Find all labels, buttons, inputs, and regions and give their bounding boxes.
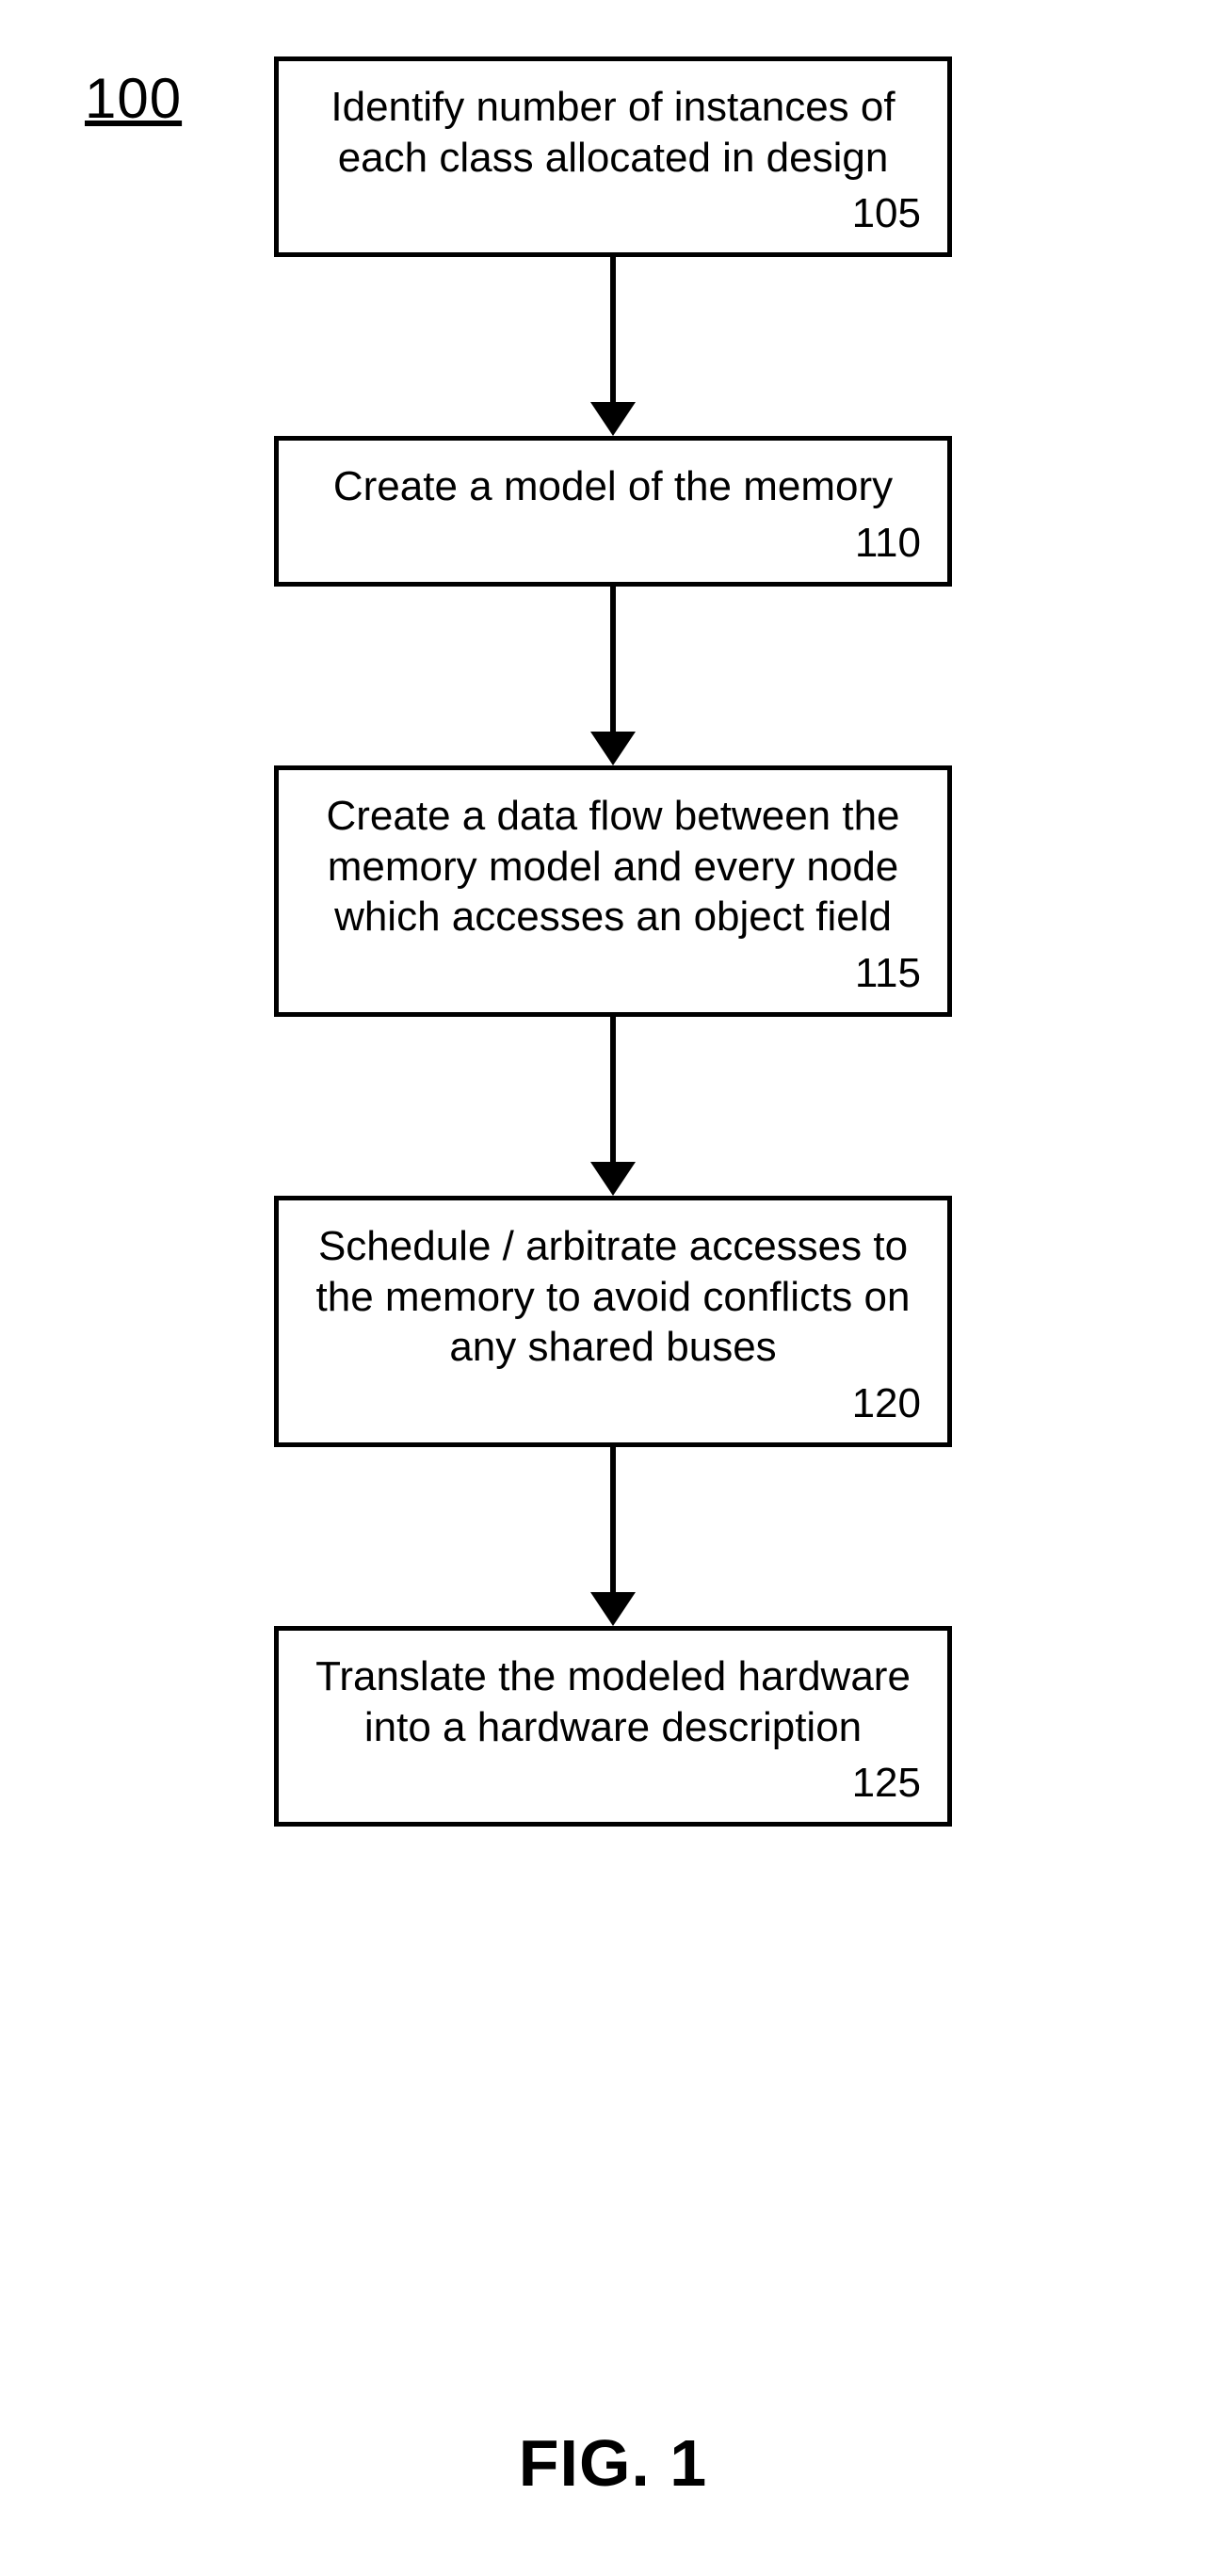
flow-step-text: Identify number of instances of each cla… [305,82,921,183]
arrow-head-icon [590,732,636,765]
flow-step: Translate the modeled hardware into a ha… [274,1626,952,1827]
arrow-shaft [610,587,616,732]
arrow-shaft [610,257,616,402]
flow-step-text: Schedule / arbitrate accesses to the mem… [305,1221,921,1373]
flow-step-number: 105 [305,190,921,237]
arrow-head-icon [590,1592,636,1626]
arrow-head-icon [590,402,636,436]
flow-step-number: 115 [305,950,921,997]
flow-arrow [590,257,636,436]
flow-arrow [590,1447,636,1626]
flow-step-text: Create a data flow between the memory mo… [305,791,921,942]
flow-step: Schedule / arbitrate accesses to the mem… [274,1196,952,1447]
figure-page: 100 Identify number of instances of each… [0,0,1226,2576]
arrow-shaft [610,1017,616,1162]
flow-step: Create a data flow between the memory mo… [274,765,952,1017]
arrow-shaft [610,1447,616,1592]
arrow-head-icon [590,1162,636,1196]
flow-step: Identify number of instances of each cla… [274,56,952,257]
flow-step-text: Create a model of the memory [305,461,921,512]
flow-arrow [590,587,636,765]
flow-step-number: 125 [305,1760,921,1807]
flow-step-number: 120 [305,1380,921,1427]
flow-step: Create a model of the memory 110 [274,436,952,587]
flow-step-text: Translate the modeled hardware into a ha… [305,1651,921,1752]
flowchart: Identify number of instances of each cla… [0,56,1226,1827]
flow-step-number: 110 [305,520,921,567]
figure-caption: FIG. 1 [0,2425,1226,2501]
flow-arrow [590,1017,636,1196]
